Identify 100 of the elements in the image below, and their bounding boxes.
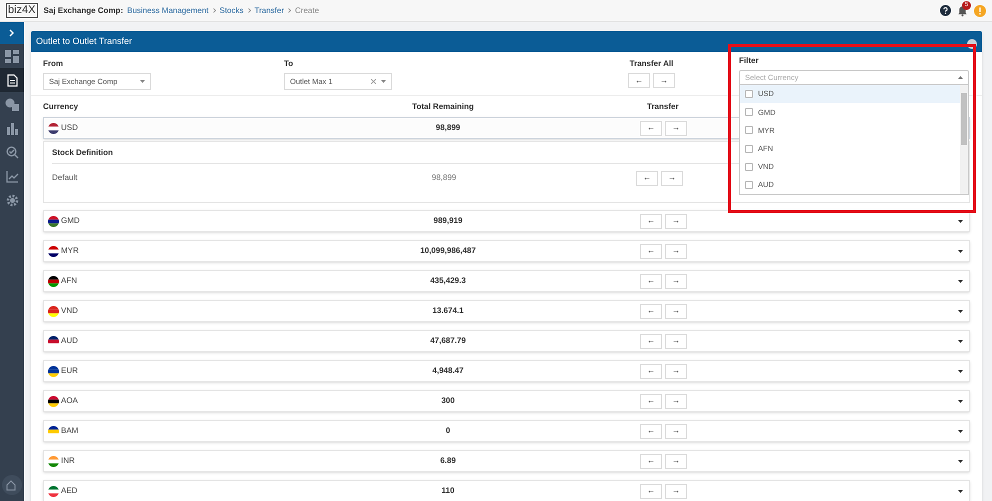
- transfer-left-button[interactable]: ←: [640, 244, 662, 258]
- breadcrumb-link[interactable]: Stocks: [220, 4, 244, 16]
- transfer-right-button[interactable]: →: [665, 424, 687, 438]
- transfer-right-button[interactable]: →: [665, 394, 687, 408]
- transfer-left-button[interactable]: ←: [640, 304, 662, 318]
- flag-icon: [48, 426, 59, 436]
- total-remaining: 10,099,986,487: [420, 245, 476, 257]
- currency-code: MYR: [61, 245, 79, 257]
- transfer-right-button[interactable]: →: [665, 120, 687, 136]
- total-remaining: 0: [446, 425, 450, 437]
- column-header: Currency: [43, 100, 80, 112]
- currency-code: AOA: [61, 395, 78, 407]
- caret-down-icon[interactable]: [958, 370, 963, 372]
- transfer-left-button[interactable]: ←: [640, 424, 662, 438]
- caret-down-icon[interactable]: [958, 460, 963, 462]
- filter-label: Filter: [739, 55, 760, 67]
- transfer-left-button[interactable]: ←: [640, 364, 662, 378]
- house-icon: [6, 480, 18, 490]
- help-icon[interactable]: [940, 5, 951, 16]
- bar-chart-icon: [6, 122, 18, 134]
- transfer-right-button[interactable]: →: [665, 304, 687, 318]
- scrollbar[interactable]: [960, 85, 968, 194]
- card-title: Outlet to Outlet Transfer: [36, 34, 132, 48]
- transfer-right-button[interactable]: →: [665, 364, 687, 378]
- currency-row[interactable]: BAM 0 ← →: [43, 420, 970, 442]
- currency-code: AED: [61, 485, 78, 497]
- logo[interactable]: biz4X: [6, 3, 38, 18]
- flag-icon: [48, 122, 59, 134]
- caret-down-icon[interactable]: [958, 490, 963, 492]
- transfer-left-button[interactable]: ←: [640, 120, 662, 136]
- transfer-left-button[interactable]: ←: [640, 274, 662, 288]
- transfer-all-left-button[interactable]: ←: [628, 73, 650, 88]
- flag-icon: [48, 216, 59, 226]
- checkbox[interactable]: [745, 126, 753, 134]
- caret-down-icon[interactable]: [958, 220, 963, 222]
- currency-code: EUR: [61, 365, 78, 377]
- stock-total: 98,899: [432, 172, 456, 184]
- caret-down-icon[interactable]: [958, 340, 963, 342]
- transfer-right-button[interactable]: →: [665, 334, 687, 348]
- total-remaining: 435,429.3: [430, 275, 466, 287]
- transfer-left-button[interactable]: ←: [640, 484, 662, 498]
- total-remaining: 47,687.79: [430, 335, 466, 347]
- transfer-right-button[interactable]: →: [665, 274, 687, 288]
- total-remaining: 989,919: [434, 215, 462, 227]
- shortcut-button[interactable]: [2, 475, 22, 495]
- caret-down-icon[interactable]: [958, 310, 963, 312]
- transfer-right-button[interactable]: →: [665, 484, 687, 498]
- transfer-left-button[interactable]: ←: [640, 454, 662, 468]
- flag-icon: [48, 246, 59, 256]
- currency-row[interactable]: EUR 4,948.47 ← →: [43, 360, 970, 382]
- breadcrumb-link[interactable]: Transfer: [254, 4, 284, 16]
- caret-down-icon[interactable]: [958, 280, 963, 282]
- checkbox[interactable]: [745, 162, 753, 171]
- breadcrumb-link[interactable]: Business Management: [127, 4, 208, 16]
- sidebar-toggle[interactable]: [0, 22, 24, 44]
- search-check-icon: [6, 146, 18, 158]
- currency-row[interactable]: AED 110 ← →: [43, 480, 970, 501]
- column-header: Transfer: [647, 100, 679, 112]
- checkbox[interactable]: [745, 108, 753, 116]
- transfer-left-button[interactable]: ←: [640, 214, 662, 228]
- currency-row[interactable]: MYR 10,099,986,487 ← →: [43, 240, 970, 262]
- company-name: Saj Exchange Comp:: [44, 4, 124, 16]
- line-chart-icon: [6, 170, 18, 182]
- currency-row[interactable]: AFN 435,429.3 ← →: [43, 270, 970, 292]
- checkbox[interactable]: [745, 144, 753, 153]
- checkbox[interactable]: [745, 90, 753, 98]
- currency-code: INR: [61, 455, 75, 467]
- transfer-right-button[interactable]: →: [665, 454, 687, 468]
- currency-row[interactable]: AUD 47,687.79 ← →: [43, 330, 970, 352]
- flag-icon: [48, 276, 59, 286]
- column-header: Total Remaining: [412, 100, 474, 112]
- caret-down-icon[interactable]: [958, 250, 963, 252]
- currency-code: AFN: [61, 275, 77, 287]
- transfer-all-label: Transfer All: [630, 58, 674, 70]
- currency-row[interactable]: GMD 989,919 ← →: [43, 210, 970, 232]
- total-remaining: 300: [441, 395, 455, 407]
- currency-row[interactable]: AOA 300 ← →: [43, 390, 970, 412]
- currency-code: USD: [61, 122, 78, 134]
- transfer-right-button[interactable]: →: [665, 214, 687, 228]
- caret-down-icon[interactable]: [958, 400, 963, 402]
- transfer-left-button[interactable]: ←: [640, 334, 662, 348]
- currency-row[interactable]: INR 6.89 ← →: [43, 450, 970, 472]
- currency-code: BAM: [61, 425, 78, 437]
- transfer-right-button[interactable]: →: [665, 244, 687, 258]
- caret-down-icon: [140, 80, 145, 83]
- chevron-right-icon: [248, 8, 251, 13]
- warning-icon[interactable]: [974, 4, 986, 16]
- sidebar-item[interactable]: [0, 68, 24, 92]
- transfer-all-right-button[interactable]: →: [653, 73, 675, 88]
- caret-down-icon[interactable]: [958, 430, 963, 432]
- transfer-right-button[interactable]: →: [661, 170, 683, 186]
- globe-building-icon: [5, 98, 19, 110]
- flag-icon: [48, 456, 59, 466]
- from-label: From: [43, 58, 64, 70]
- total-remaining: 110: [442, 485, 454, 497]
- clear-icon[interactable]: [371, 79, 376, 84]
- checkbox[interactable]: [745, 180, 753, 189]
- transfer-left-button[interactable]: ←: [636, 170, 658, 186]
- transfer-left-button[interactable]: ←: [640, 394, 662, 408]
- currency-row[interactable]: VND 13.674.1 ← →: [43, 300, 970, 322]
